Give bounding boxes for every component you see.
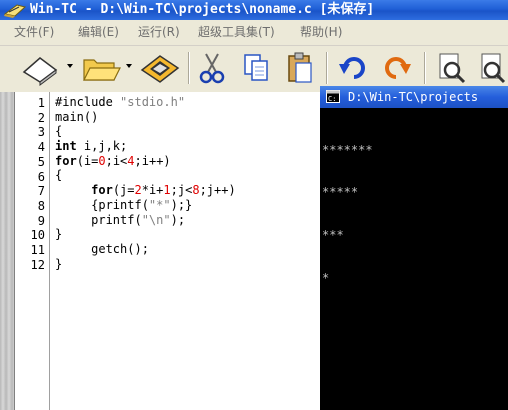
replace-button[interactable] xyxy=(478,50,508,86)
code-line[interactable]: { xyxy=(55,168,236,183)
console-line: ***** xyxy=(322,185,359,200)
line-number: 8 xyxy=(37,198,45,213)
find-icon xyxy=(439,53,466,84)
code-editor[interactable]: 1 2 3 4 5 6 7 8 9 10 11 12 #include "std… xyxy=(14,92,321,410)
line-number-gutter: 1 2 3 4 5 6 7 8 9 10 11 12 xyxy=(15,92,50,410)
code-line[interactable]: main() xyxy=(55,110,236,125)
line-number: 10 xyxy=(30,228,45,243)
line-number: 4 xyxy=(37,140,45,155)
code-line[interactable]: for(i=0;i<4;i++) xyxy=(55,154,236,169)
console-line: *** xyxy=(322,228,344,243)
wintc-app-icon xyxy=(3,4,27,18)
source-code[interactable]: #include "stdio.h" main(){int i,j,k; for(i… xyxy=(55,95,236,271)
line-number: 3 xyxy=(37,125,45,140)
new-file-button[interactable] xyxy=(18,50,62,86)
menu-super-tools[interactable]: 超级工具集(T) xyxy=(198,20,275,45)
line-number: 1 xyxy=(37,96,45,110)
code-line[interactable]: printf("\n"); xyxy=(55,213,236,228)
cut-button[interactable] xyxy=(196,50,228,86)
redo-button[interactable] xyxy=(382,50,414,86)
code-line[interactable]: for(j=2*i+1;j<8;j++) xyxy=(55,183,236,198)
paste-icon xyxy=(288,52,312,83)
copy-button[interactable] xyxy=(240,50,272,86)
console-line: ******* xyxy=(322,142,373,157)
code-line[interactable]: } xyxy=(55,257,236,272)
line-number: 7 xyxy=(37,184,45,199)
save-icon xyxy=(140,55,180,83)
line-number: 12 xyxy=(30,257,45,272)
menu-file[interactable]: 文件(F) xyxy=(14,20,54,45)
open-button[interactable] xyxy=(80,50,122,86)
window-titlebar[interactable]: Win-TC - D:\Win-TC\projects\noname.c [未保… xyxy=(0,0,508,20)
code-line[interactable]: #include "stdio.h" xyxy=(55,95,236,110)
toolbar-separator xyxy=(188,52,190,84)
undo-button[interactable] xyxy=(336,50,368,86)
console-titlebar[interactable]: C: D:\Win-TC\projects xyxy=(320,86,508,108)
copy-icon xyxy=(244,54,268,81)
line-number: 9 xyxy=(37,213,45,228)
cut-icon xyxy=(199,53,225,84)
menu-help[interactable]: 帮助(H) xyxy=(300,20,342,45)
undo-icon xyxy=(339,57,365,79)
new-file-dropdown-icon[interactable] xyxy=(67,64,73,68)
toolbar-separator xyxy=(326,52,328,84)
find-button[interactable] xyxy=(436,50,468,86)
code-line[interactable]: {printf("*");} xyxy=(55,198,236,213)
console-title: D:\Win-TC\projects xyxy=(348,90,479,104)
new-file-icon xyxy=(22,57,58,86)
line-number: 5 xyxy=(37,154,45,169)
toolbar-separator xyxy=(424,52,426,84)
left-panel-strip xyxy=(0,92,14,410)
code-line[interactable]: } xyxy=(55,227,236,242)
open-folder-icon xyxy=(83,59,121,81)
line-number: 6 xyxy=(37,169,45,184)
svg-text:C:: C: xyxy=(328,95,336,103)
code-line[interactable]: int i,j,k; xyxy=(55,139,236,154)
console-output: ******* ***** *** * xyxy=(322,114,373,314)
window-title: Win-TC - D:\Win-TC\projects\noname.c [未保… xyxy=(30,2,375,17)
console-window[interactable]: C: D:\Win-TC\projects ******* ***** *** … xyxy=(320,86,508,410)
menu-bar: 文件(F) 编辑(E) 运行(R) 超级工具集(T) 帮助(H) xyxy=(0,20,508,46)
line-number: 11 xyxy=(30,243,45,257)
toolbar xyxy=(0,46,508,90)
line-number: 2 xyxy=(37,110,45,125)
code-line[interactable]: { xyxy=(55,124,236,139)
code-line[interactable]: getch(); xyxy=(55,242,236,257)
console-line: * xyxy=(322,271,330,286)
open-dropdown-icon[interactable] xyxy=(126,64,132,68)
replace-icon xyxy=(481,53,506,84)
paste-button[interactable] xyxy=(284,50,316,86)
save-button[interactable] xyxy=(138,50,182,86)
menu-run[interactable]: 运行(R) xyxy=(138,20,180,45)
menu-edit[interactable]: 编辑(E) xyxy=(78,20,119,45)
console-icon: C: xyxy=(326,90,340,103)
redo-icon xyxy=(385,57,411,79)
